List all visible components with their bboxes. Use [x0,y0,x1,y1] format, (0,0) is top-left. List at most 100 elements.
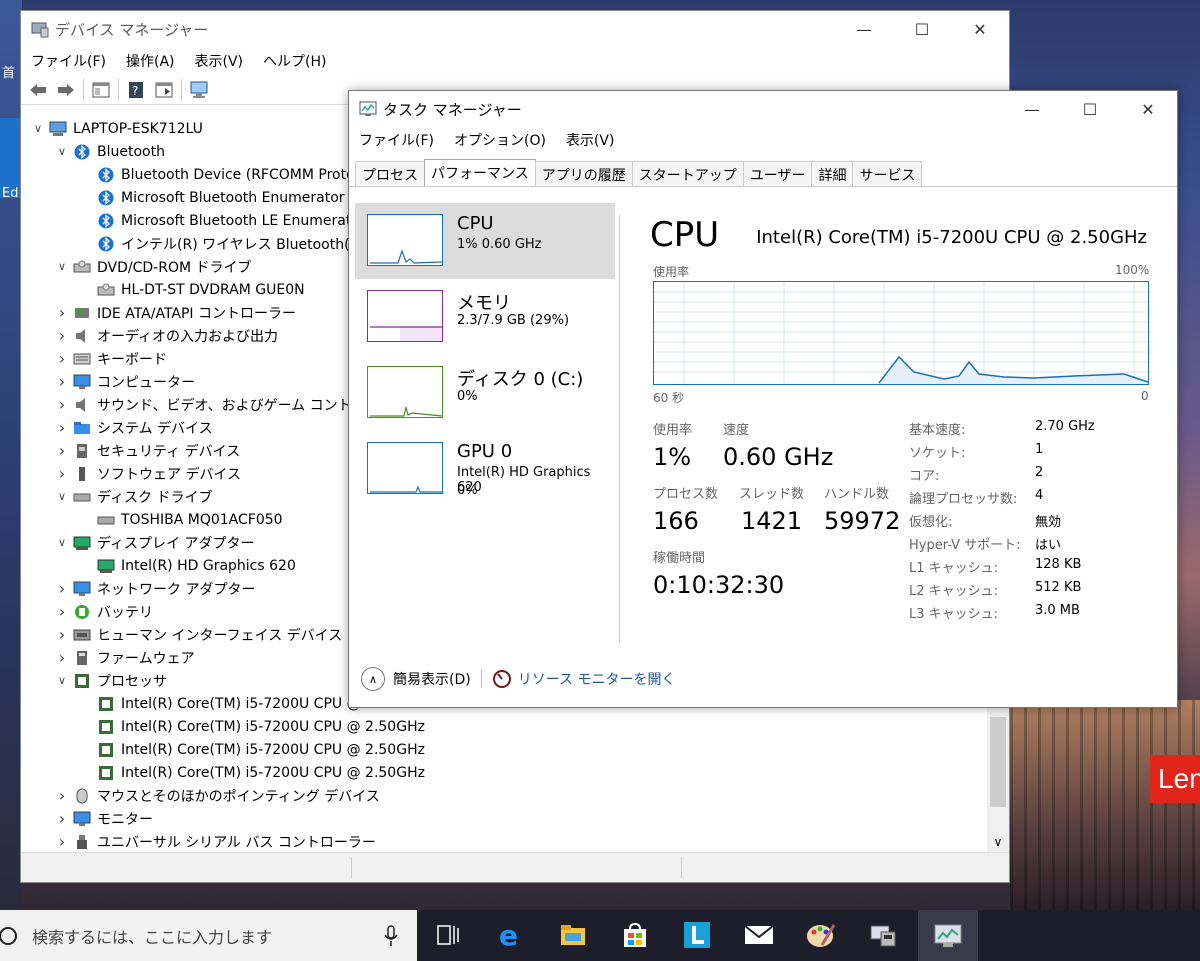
resource-sidebar: CPU 1% 0.60 GHz メモリ 2.3/7.9 GB (29%) ディスク 0 … [355,203,615,507]
resource-monitor-icon[interactable] [492,669,512,689]
device-label: プロセッサ [97,673,167,690]
processor-icon [97,696,115,712]
sidebar-sub: Intel(R) HD Graphics 620 [457,465,591,495]
maximize-button[interactable]: ☐ [893,11,951,47]
fewer-details-button[interactable]: 簡易表示(D) [393,669,471,689]
minimize-button[interactable]: — [1003,91,1061,127]
device-label: Intel(R) Core(TM) i5-7200U CPU @ 2.50GHz [121,741,425,758]
lenovo-logo: Len [1150,755,1200,803]
expand-arrow-icon[interactable]: › [55,648,69,667]
file-explorer-icon[interactable] [556,918,590,952]
expand-arrow-icon[interactable]: › [55,372,69,391]
device-category[interactable]: › ユニバーサル シリアル バス コントローラー [21,830,987,852]
menu-item[interactable]: ファイル(F) [359,130,434,150]
expand-arrow-icon[interactable]: › [55,326,69,345]
expand-arrow-icon[interactable]: › [55,579,69,598]
disk-drive-icon [73,489,91,505]
collapse-arrow-icon[interactable]: ∨ [31,122,45,135]
store-icon[interactable] [618,918,652,952]
tab-2[interactable]: アプリの履歴 [534,161,633,187]
microphone-icon[interactable] [383,924,399,947]
device-category[interactable]: › モニター [21,807,987,830]
collapse-arrow-icon[interactable]: ∨ [55,260,69,273]
processor-icon [97,719,115,735]
open-resource-monitor-link[interactable]: リソース モニターを開く [518,669,676,689]
tab-0[interactable]: プロセス [355,161,425,187]
expand-arrow-icon[interactable]: › [55,464,69,483]
scan-hardware-icon[interactable] [188,79,210,101]
device-item[interactable]: Intel(R) Core(TM) i5-7200U CPU @ 2.50GHz [21,761,987,784]
speaker-icon [73,328,91,344]
menu-item[interactable]: 操作(A) [126,51,175,71]
device-category[interactable]: › マウスとそのほかのポインティング デバイス [21,784,987,807]
menu-item[interactable]: ヘルプ(H) [263,51,326,71]
sidebar-item-0[interactable]: CPU 1% 0.60 GHz [355,203,615,279]
expand-arrow-icon[interactable]: › [55,418,69,437]
graph-time: 60 秒 [653,391,685,405]
collapse-arrow-icon[interactable]: ∨ [55,536,69,549]
expand-arrow-icon[interactable]: › [55,602,69,621]
lenovo-l-icon[interactable] [680,918,714,952]
task-manager-titlebar[interactable]: タスク マネージャー — ☐ ✕ [349,91,1177,127]
tab-1[interactable]: パフォーマンス [424,159,536,187]
device-item[interactable]: Intel(R) Core(TM) i5-7200U CPU @ 2.50GHz [21,715,987,738]
scroll-down-icon[interactable]: ∨ [987,832,1009,852]
maximize-button[interactable]: ☐ [1061,91,1119,127]
tab-4[interactable]: ユーザー [742,161,813,187]
sidebar-item-1[interactable]: メモリ 2.3/7.9 GB (29%) [355,279,615,355]
close-button[interactable]: ✕ [1119,91,1177,127]
paint-icon[interactable] [804,918,838,952]
device-item[interactable]: Intel(R) Core(TM) i5-7200U CPU @ 2.50GHz [21,738,987,761]
disk-drive-icon [97,512,115,528]
svg-text:e: e [499,921,518,949]
expand-arrow-icon[interactable]: › [55,441,69,460]
expand-arrow-icon[interactable]: › [55,786,69,805]
task-view-icon[interactable] [432,918,466,952]
menu-item[interactable]: 表示(V) [566,130,615,150]
expand-arrow-icon[interactable]: › [55,349,69,368]
sidebar-item-3[interactable]: GPU 0 Intel(R) HD Graphics 620 0% [355,431,615,507]
edge-icon[interactable]: e [494,918,528,952]
chevron-up-icon[interactable]: ∧ [361,667,385,691]
tab-5[interactable]: 詳細 [811,161,854,187]
action-pane-icon[interactable] [153,79,175,101]
task-manager-icon[interactable] [918,910,978,961]
device-manager-icon[interactable] [866,918,900,952]
tab-3[interactable]: スタートアップ [631,161,744,187]
expand-arrow-icon[interactable]: › [55,625,69,644]
collapse-arrow-icon[interactable]: ∨ [55,674,69,687]
help-icon[interactable]: ? [125,79,147,101]
detail-value: 2 [1035,465,1044,480]
minimize-button[interactable]: — [835,11,893,47]
forward-arrow-icon[interactable] [55,79,77,101]
back-arrow-icon[interactable] [27,79,49,101]
toolbar-divider [181,78,182,101]
sidebar-item-2[interactable]: ディスク 0 (C:) 0% [355,355,615,431]
handle-count-value: 59972 [824,507,901,535]
close-button[interactable]: ✕ [951,11,1009,47]
collapse-arrow-icon[interactable]: ∨ [55,145,69,158]
sidebar-name: GPU 0 [457,441,513,462]
menu-bar: ファイル(F) 操作(A) 表示(V) ヘルプ(H) [21,47,1009,75]
expand-arrow-icon[interactable]: › [55,832,69,851]
properties-icon[interactable] [90,79,112,101]
expand-arrow-icon[interactable]: › [55,303,69,322]
mail-icon[interactable] [742,918,776,952]
search-icon [0,926,17,945]
bluetooth-icon [97,213,115,229]
scrollbar-thumb[interactable] [990,717,1006,807]
taskbar-search[interactable]: 検索するには、ここに入力します [0,910,417,961]
tab-6[interactable]: サービス [852,161,923,187]
search-placeholder[interactable]: 検索するには、ここに入力します [32,924,272,948]
expand-arrow-icon[interactable]: › [55,809,69,828]
monitor-icon [73,811,91,827]
hid-icon [73,627,91,643]
expand-arrow-icon[interactable]: › [55,395,69,414]
taskbar: 検索するには、ここに入力します e [0,910,1200,961]
menu-item[interactable]: 表示(V) [195,51,244,71]
menu-item[interactable]: オプション(O) [454,130,546,150]
device-manager-titlebar[interactable]: デバイス マネージャー — ☐ ✕ [21,11,1009,47]
menu-item[interactable]: ファイル(F) [31,51,106,71]
collapse-arrow-icon[interactable]: ∨ [55,490,69,503]
detail-value: 3.0 MB [1035,603,1080,618]
